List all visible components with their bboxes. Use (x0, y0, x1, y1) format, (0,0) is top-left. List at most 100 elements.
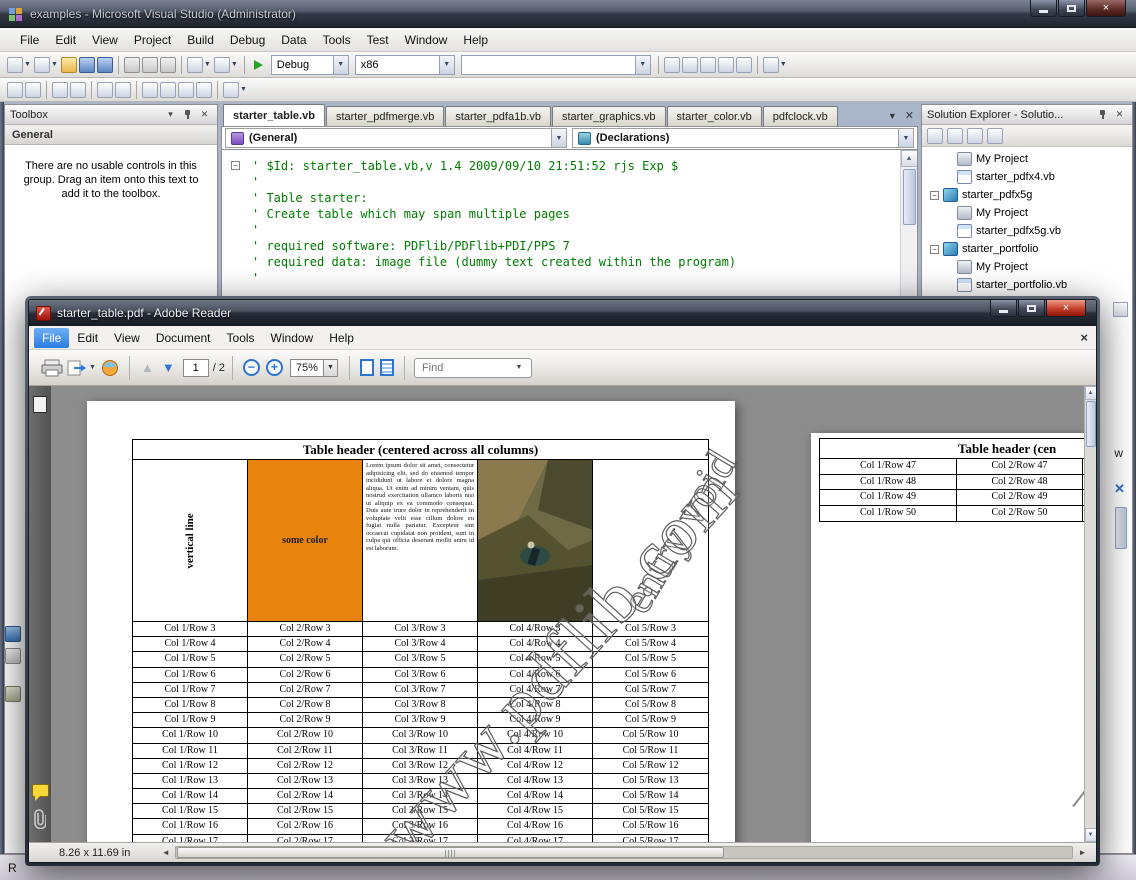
email-icon[interactable] (67, 359, 87, 377)
undo-icon[interactable] (187, 57, 203, 73)
auto-hide-pin-icon[interactable] (1095, 108, 1110, 122)
open-file-icon[interactable] (61, 57, 77, 73)
find-input-box[interactable]: ▼ (414, 358, 532, 378)
navigate-backward-icon[interactable] (7, 82, 23, 98)
aut_ohide-tab-icon[interactable] (5, 626, 21, 642)
chevron-down-icon[interactable]: ▼ (231, 61, 238, 68)
reader-maximize-button[interactable] (1018, 300, 1045, 317)
vs-minimize-button[interactable] (1030, 0, 1057, 17)
document-vertical-scrollbar[interactable]: ▲ ▼ (1084, 386, 1096, 842)
navigate-forward-icon[interactable] (25, 82, 41, 98)
page-up-icon[interactable]: ▲ (141, 360, 154, 375)
solution-explorer-icon[interactable] (664, 57, 680, 73)
scrollbar-thumb[interactable] (177, 847, 723, 858)
tree-item-starter_portfolio.vb[interactable]: starter_portfolio.vb (922, 276, 1132, 294)
reader-titlebar[interactable]: starter_table.pdf - Adobe Reader × (29, 300, 1096, 326)
window-position-icon[interactable]: ▾ (163, 108, 178, 122)
properties-window-icon[interactable] (682, 57, 698, 73)
new-project-icon[interactable] (7, 57, 23, 73)
menu-edit[interactable]: Edit (47, 30, 84, 50)
tab-pdfclock.vb[interactable]: pdfclock.vb (763, 106, 838, 126)
tree-expander-icon[interactable]: − (930, 191, 939, 200)
decrease-indent-icon[interactable] (97, 82, 113, 98)
cut-icon[interactable] (124, 57, 140, 73)
copy-icon[interactable] (142, 57, 158, 73)
menu-window[interactable]: Window (263, 328, 322, 348)
scrollbar-thumb[interactable] (1115, 507, 1127, 549)
refresh-icon[interactable] (967, 128, 983, 144)
toggle-bookmark-icon[interactable] (142, 82, 158, 98)
comment-selection-icon[interactable] (52, 82, 68, 98)
increase-indent-icon[interactable] (115, 82, 131, 98)
scrolling-view-icon[interactable] (380, 359, 394, 376)
tab-starter_pdfmerge.vb[interactable]: starter_pdfmerge.vb (326, 106, 444, 126)
menu-help[interactable]: Help (455, 30, 496, 50)
scrollbar-button-fragment[interactable] (1113, 302, 1128, 317)
events-combobox[interactable]: (Declarations) ▼ (572, 128, 914, 148)
menu-debug[interactable]: Debug (222, 30, 273, 50)
menu-data[interactable]: Data (273, 30, 314, 50)
chevron-down-icon[interactable]: ▼ (204, 61, 211, 68)
menu-edit[interactable]: Edit (69, 328, 106, 348)
tree-item-my-project[interactable]: My Project (922, 258, 1132, 276)
auto-hide-pin-icon[interactable] (180, 108, 195, 122)
chevron-down-icon[interactable]: ▼ (24, 61, 31, 68)
clear-bookmarks-icon[interactable] (196, 82, 212, 98)
chevron-down-icon[interactable]: ▼ (780, 61, 787, 68)
tab-starter_pdfa1b.vb[interactable]: starter_pdfa1b.vb (445, 106, 551, 126)
solution-explorer-header[interactable]: Solution Explorer - Solutio... ✕ (922, 105, 1132, 125)
save-icon[interactable] (79, 57, 95, 73)
menu-help[interactable]: Help (321, 328, 362, 348)
vs-close-button[interactable]: × (1086, 0, 1126, 17)
scroll-down-icon[interactable]: ▼ (1085, 828, 1097, 842)
view-class-diagram-icon[interactable] (987, 128, 1003, 144)
scrollbar-thumb[interactable] (903, 169, 916, 225)
show-all-files-icon[interactable] (947, 128, 963, 144)
autohide-tab-icon[interactable] (5, 648, 21, 664)
tab-starter_graphics.vb[interactable]: starter_graphics.vb (552, 106, 666, 126)
menu-build[interactable]: Build (179, 30, 222, 50)
vs-titlebar[interactable]: examples - Microsoft Visual Studio (Admi… (0, 0, 1136, 28)
start-page-icon[interactable] (736, 57, 752, 73)
menu-file[interactable]: File (12, 30, 47, 50)
menu-view[interactable]: View (84, 30, 126, 50)
chevron-down-icon[interactable]: ▼ (89, 364, 96, 371)
menu-view[interactable]: View (106, 328, 148, 348)
menu-window[interactable]: Window (397, 30, 456, 50)
next-bookmark-icon[interactable] (178, 82, 194, 98)
tree-item-starter_pdfx4.vb[interactable]: starter_pdfx4.vb (922, 168, 1132, 186)
reader-close-button[interactable]: × (1046, 300, 1086, 317)
add-item-icon[interactable] (34, 57, 50, 73)
tree-item-my-project[interactable]: My Project (922, 150, 1132, 168)
previous-bookmark-icon[interactable] (160, 82, 176, 98)
vs-maximize-button[interactable] (1058, 0, 1085, 17)
attachments-paperclip-icon[interactable] (34, 809, 46, 832)
printer-icon[interactable] (41, 359, 63, 377)
toolbox-header[interactable]: Toolbox ▾ ✕ (5, 105, 217, 125)
single-page-view-icon[interactable] (360, 359, 374, 376)
collaborate-icon[interactable] (100, 359, 120, 377)
autohide-tab-icon[interactable] (5, 686, 21, 702)
menu-tools[interactable]: Tools (219, 328, 263, 348)
uncomment-selection-icon[interactable] (70, 82, 86, 98)
code-collapse-icon[interactable]: − (231, 161, 240, 170)
toolbox-window-icon[interactable] (718, 57, 734, 73)
platform-combobox[interactable]: x86▼ (355, 55, 455, 75)
pages-panel-icon[interactable] (33, 396, 47, 413)
tab-starter_table.vb[interactable]: starter_table.vb (223, 104, 325, 126)
object-browser-icon[interactable] (700, 57, 716, 73)
zoom-out-icon[interactable]: − (243, 359, 260, 376)
start-debug-icon[interactable] (254, 60, 263, 70)
paste-icon[interactable] (160, 57, 176, 73)
tree-item-starter_pdfx5g[interactable]: −starter_pdfx5g (922, 186, 1132, 204)
menu-tools[interactable]: Tools (315, 30, 359, 50)
find-input[interactable] (422, 362, 512, 374)
scroll-up-icon[interactable]: ▲ (901, 150, 918, 167)
chevron-down-icon[interactable]: ▼ (240, 86, 247, 93)
chevron-down-icon[interactable]: ▼ (51, 61, 58, 68)
zoom-in-icon[interactable]: + (266, 359, 283, 376)
find-combobox[interactable]: ▼ (461, 55, 651, 75)
horizontal-scrollbar[interactable] (175, 846, 1073, 859)
scrollbar-thumb[interactable] (1086, 401, 1096, 447)
scroll-left-icon[interactable]: ◄ (158, 848, 173, 857)
